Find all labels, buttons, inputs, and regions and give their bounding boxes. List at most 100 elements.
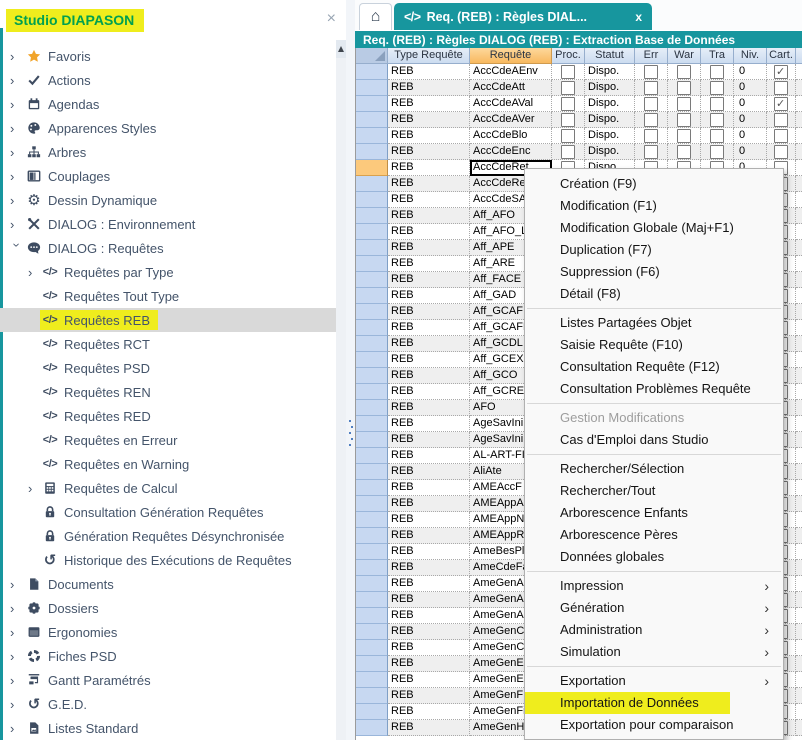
sidebar-item-couplages[interactable]: ›Couplages (0, 164, 336, 188)
niv-cell[interactable]: 0 (734, 64, 767, 80)
checkbox-checked[interactable] (774, 65, 788, 79)
chevron-right-icon[interactable]: › (10, 194, 24, 207)
row-header[interactable] (356, 704, 388, 720)
tra-cell[interactable] (701, 80, 734, 96)
checkbox-unchecked[interactable] (561, 113, 575, 127)
row-header[interactable] (356, 336, 388, 352)
cart-cell[interactable] (767, 96, 796, 112)
type-requete-cell[interactable]: REB (388, 192, 470, 208)
menu-item-arborescence-p-res[interactable]: Arborescence Pères (525, 524, 783, 546)
cart-cell[interactable] (767, 64, 796, 80)
menu-item-listes-partag-es-objet[interactable]: Listes Partagées Objet (525, 312, 783, 334)
type-requete-cell[interactable]: REB (388, 688, 470, 704)
sidebar-item-g-e-d[interactable]: ›↺G.E.D. (0, 692, 336, 716)
scrollbar-thumb[interactable] (336, 58, 346, 740)
chevron-right-icon[interactable]: › (10, 602, 24, 615)
checkbox-unchecked[interactable] (644, 65, 658, 79)
checkbox-unchecked[interactable] (561, 97, 575, 111)
type-requete-cell[interactable]: REB (388, 544, 470, 560)
menu-item-consultation-probl-mes-requ-te[interactable]: Consultation Problèmes Requête (525, 378, 783, 400)
row-header[interactable] (356, 560, 388, 576)
sidebar-item-requ-tes-en-erreur[interactable]: </>Requêtes en Erreur (0, 428, 336, 452)
row-header[interactable] (356, 464, 388, 480)
checkbox-unchecked[interactable] (774, 129, 788, 143)
checkbox-unchecked[interactable] (710, 145, 724, 159)
chevron-down-icon[interactable]: › (10, 242, 23, 256)
chevron-right-icon[interactable]: › (10, 218, 24, 231)
checkbox-unchecked[interactable] (644, 145, 658, 159)
requete-cell[interactable]: AccCdeEnc (470, 144, 552, 160)
checkbox-unchecked[interactable] (644, 113, 658, 127)
row-header[interactable] (356, 144, 388, 160)
checkbox-unchecked[interactable] (710, 65, 724, 79)
requete-cell[interactable]: AccCdeAVer (470, 112, 552, 128)
row-header[interactable] (356, 528, 388, 544)
type-requete-cell[interactable]: REB (388, 400, 470, 416)
tra-cell[interactable] (701, 128, 734, 144)
column-header-requ-te[interactable]: Requête (470, 48, 552, 64)
column-header-tra[interactable]: Tra (701, 48, 734, 64)
proc-cell[interactable] (552, 144, 585, 160)
sidebar-item-listes-standard[interactable]: ›Listes Standard (0, 716, 336, 740)
row-header[interactable] (356, 544, 388, 560)
type-requete-cell[interactable]: REB (388, 624, 470, 640)
checkbox-unchecked[interactable] (677, 113, 691, 127)
sidebar-item-historique-des-ex-cutions-de-requ-tes[interactable]: ↺Historique des Exécutions de Requêtes (0, 548, 336, 572)
statut-cell[interactable]: Dispo. (585, 144, 635, 160)
row-header[interactable] (356, 224, 388, 240)
sidebar-item-requ-tes-de-calcul[interactable]: ›Requêtes de Calcul (0, 476, 336, 500)
cart-cell[interactable] (767, 128, 796, 144)
chevron-right-icon[interactable]: › (10, 674, 24, 687)
proc-cell[interactable] (552, 112, 585, 128)
checkbox-checked[interactable] (774, 97, 788, 111)
type-requete-cell[interactable]: REB (388, 640, 470, 656)
sidebar-item-requ-tes-red[interactable]: </>Requêtes RED (0, 404, 336, 428)
chevron-right-icon[interactable]: › (10, 170, 24, 183)
niv-cell[interactable]: 0 (734, 80, 767, 96)
sidebar-item-ergonomies[interactable]: ›Ergonomies (0, 620, 336, 644)
sidebar-item-requ-tes-psd[interactable]: </>Requêtes PSD (0, 356, 336, 380)
checkbox-unchecked[interactable] (644, 81, 658, 95)
sidebar-item-agendas[interactable]: ›Agendas (0, 92, 336, 116)
cart-cell[interactable] (767, 144, 796, 160)
chevron-right-icon[interactable]: › (10, 74, 24, 87)
menu-item-exportation-pour-comparaison[interactable]: Exportation pour comparaison (525, 714, 783, 736)
row-header[interactable] (356, 112, 388, 128)
column-header-war[interactable]: War (668, 48, 701, 64)
tab-home[interactable]: ⌂ (359, 3, 392, 30)
type-requete-cell[interactable]: REB (388, 256, 470, 272)
chevron-right-icon[interactable]: › (10, 122, 24, 135)
menu-item-modification-f1[interactable]: Modification (F1) (525, 195, 783, 217)
niv-cell[interactable]: 0 (734, 144, 767, 160)
menu-item-consultation-requ-te-f12[interactable]: Consultation Requête (F12) (525, 356, 783, 378)
requete-cell[interactable]: AccCdeAEnv (470, 64, 552, 80)
chevron-right-icon[interactable]: › (10, 50, 24, 63)
row-header[interactable] (356, 640, 388, 656)
type-requete-cell[interactable]: REB (388, 80, 470, 96)
requete-cell[interactable]: AccCdeAtt (470, 80, 552, 96)
err-cell[interactable] (635, 112, 668, 128)
checkbox-unchecked[interactable] (774, 145, 788, 159)
menu-item-cas-d-emploi-dans-studio[interactable]: Cas d'Emploi dans Studio (525, 429, 783, 451)
cart-cell[interactable] (767, 80, 796, 96)
type-requete-cell[interactable]: REB (388, 64, 470, 80)
checkbox-unchecked[interactable] (774, 113, 788, 127)
row-header[interactable] (356, 352, 388, 368)
type-requete-cell[interactable]: REB (388, 144, 470, 160)
type-requete-cell[interactable]: REB (388, 272, 470, 288)
sidebar-item-arbres[interactable]: ›Arbres (0, 140, 336, 164)
sidebar-item-dialog-environnement[interactable]: ›DIALOG : Environnement (0, 212, 336, 236)
row-header[interactable] (356, 288, 388, 304)
type-requete-cell[interactable]: REB (388, 496, 470, 512)
menu-item-g-n-ration[interactable]: Génération› (525, 597, 783, 619)
row-header[interactable] (356, 656, 388, 672)
row-header[interactable] (356, 368, 388, 384)
err-cell[interactable] (635, 80, 668, 96)
row-header[interactable] (356, 416, 388, 432)
menu-item-duplication-f7[interactable]: Duplication (F7) (525, 239, 783, 261)
row-header[interactable] (356, 240, 388, 256)
row-header[interactable] (356, 64, 388, 80)
type-requete-cell[interactable]: REB (388, 528, 470, 544)
sidebar-item-consultation-g-n-ration-requ-tes[interactable]: Consultation Génération Requêtes (0, 500, 336, 524)
err-cell[interactable] (635, 64, 668, 80)
